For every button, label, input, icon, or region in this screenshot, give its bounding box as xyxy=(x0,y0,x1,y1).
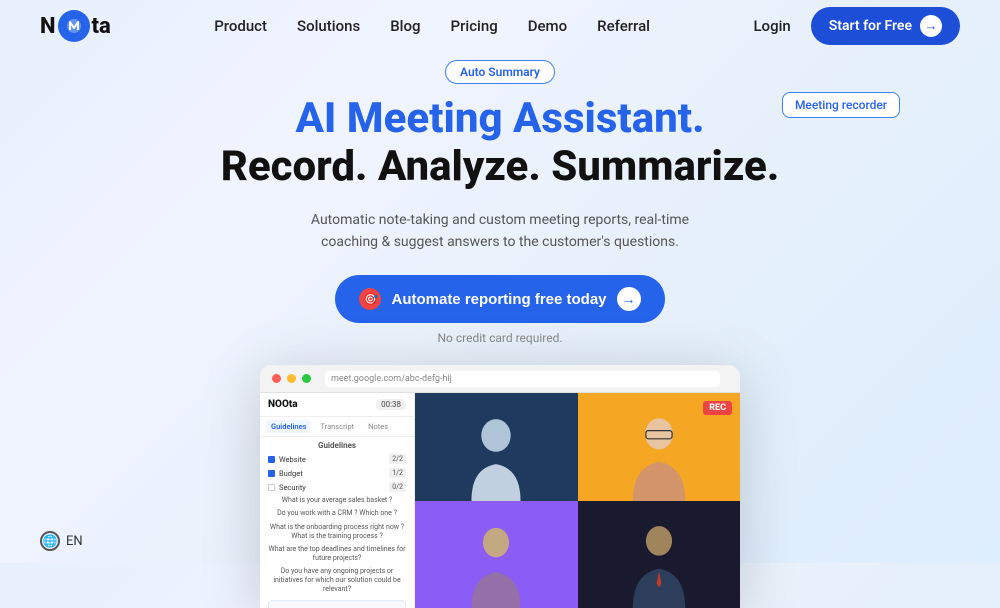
noota-app-header: NOOta 00:38 xyxy=(260,393,414,417)
browser-dot-red xyxy=(272,374,281,383)
noota-app-logo: NOOta xyxy=(268,399,298,410)
noota-question-4: Do you have any ongoing projects or init… xyxy=(260,565,414,596)
noota-question-3: What are the top deadlines and timelines… xyxy=(260,543,414,565)
fire-icon: 🎯 xyxy=(359,288,381,310)
noota-timer: 00:38 xyxy=(376,399,406,410)
dashboard-preview: meet.google.com/abc-defg-hij NOOta 00:38… xyxy=(260,365,740,608)
nav-blog[interactable]: Blog xyxy=(390,17,420,35)
cta-arrow-icon: → xyxy=(617,287,641,311)
browser-bar: meet.google.com/abc-defg-hij xyxy=(260,365,740,393)
checkbox-security[interactable] xyxy=(268,484,275,491)
logo-icon xyxy=(58,10,90,42)
noota-section-label: Guidelines xyxy=(260,437,414,452)
noota-input-area[interactable] xyxy=(268,600,406,608)
checklist-label-1: Budget xyxy=(279,469,303,478)
hero-section: Auto Summary Meeting recorder AI Meeting… xyxy=(0,52,1000,608)
start-free-button[interactable]: Start for Free → xyxy=(811,7,960,45)
nav-right: Login Start for Free → xyxy=(753,7,960,45)
auto-summary-badge[interactable]: Auto Summary xyxy=(445,60,555,84)
start-free-label: Start for Free xyxy=(829,18,912,34)
noota-question-2: What is the onboarding process right now… xyxy=(260,521,414,543)
browser-window: meet.google.com/abc-defg-hij NOOta 00:38… xyxy=(260,365,740,608)
nav-pricing[interactable]: Pricing xyxy=(451,17,498,35)
logo[interactable]: N ta xyxy=(40,10,111,42)
video-panel: REC xyxy=(415,393,740,608)
checkbox-website[interactable] xyxy=(268,456,275,463)
checklist-score-1: 1/2 xyxy=(389,468,406,478)
meeting-recorder-badge[interactable]: Meeting recorder xyxy=(782,92,900,118)
hero-title-dark: Record. Analyze. Summarize. xyxy=(0,142,1000,192)
checklist-label-0: Website xyxy=(279,455,306,464)
browser-content: NOOta 00:38 Guidelines Transcript Notes … xyxy=(260,393,740,608)
nav-demo[interactable]: Demo xyxy=(528,17,567,35)
checklist-item-0: Website 2/2 xyxy=(268,452,406,466)
noota-tab-notes[interactable]: Notes xyxy=(363,420,393,433)
video-cell-3 xyxy=(415,501,578,608)
noota-question-1: Do you work with a CRM ? Which one ? xyxy=(260,507,414,520)
logo-text-ta: ta xyxy=(92,14,111,39)
video-cell-1 xyxy=(415,393,578,501)
checklist-item-2: Security 0/2 xyxy=(268,480,406,494)
language-label: EN xyxy=(66,534,83,549)
checklist-score-2: 0/2 xyxy=(389,482,406,492)
login-link[interactable]: Login xyxy=(753,17,790,35)
noota-bottom: Record Coach Notes xyxy=(260,596,414,608)
checklist-score-0: 2/2 xyxy=(389,454,406,464)
nav-referral[interactable]: Referral xyxy=(597,17,650,35)
no-credit-text: No credit card required. xyxy=(0,331,1000,345)
browser-dot-green xyxy=(302,374,311,383)
video-cell-4 xyxy=(578,501,741,608)
noota-tab-guidelines[interactable]: Guidelines xyxy=(266,420,311,433)
rec-badge: REC xyxy=(703,401,732,415)
checkbox-budget[interactable] xyxy=(268,470,275,477)
globe-icon: 🌐 xyxy=(40,531,60,551)
noota-tabs: Guidelines Transcript Notes xyxy=(260,417,414,437)
nav-product[interactable]: Product xyxy=(214,17,267,35)
hero-subtitle: Automatic note-taking and custom meeting… xyxy=(290,209,710,254)
checklist-item-1: Budget 1/2 xyxy=(268,466,406,480)
cta-button[interactable]: 🎯 Automate reporting free today → xyxy=(335,275,664,323)
cta-label: Automate reporting free today xyxy=(391,291,606,308)
noota-question-0: What is your average sales basket ? xyxy=(260,494,414,507)
start-free-arrow-icon: → xyxy=(920,15,942,37)
noota-tab-transcript[interactable]: Transcript xyxy=(315,420,359,433)
logo-text-n: N xyxy=(40,14,56,39)
browser-url-bar: meet.google.com/abc-defg-hij xyxy=(325,371,720,387)
nav-solutions[interactable]: Solutions xyxy=(297,17,360,35)
nav-links: Product Solutions Blog Pricing Demo Refe… xyxy=(214,17,650,35)
checklist-label-2: Security xyxy=(279,483,306,492)
noota-panel: NOOta 00:38 Guidelines Transcript Notes … xyxy=(260,393,415,608)
navbar: N ta Product Solutions Blog Pricing Demo… xyxy=(0,0,1000,52)
url-text: meet.google.com/abc-defg-hij xyxy=(331,374,452,384)
browser-dot-yellow xyxy=(287,374,296,383)
video-cell-2: REC xyxy=(578,393,741,501)
language-selector[interactable]: 🌐 EN xyxy=(40,531,83,551)
noota-checklist: Website 2/2 Budget 1/2 Security 0/2 xyxy=(260,452,414,494)
